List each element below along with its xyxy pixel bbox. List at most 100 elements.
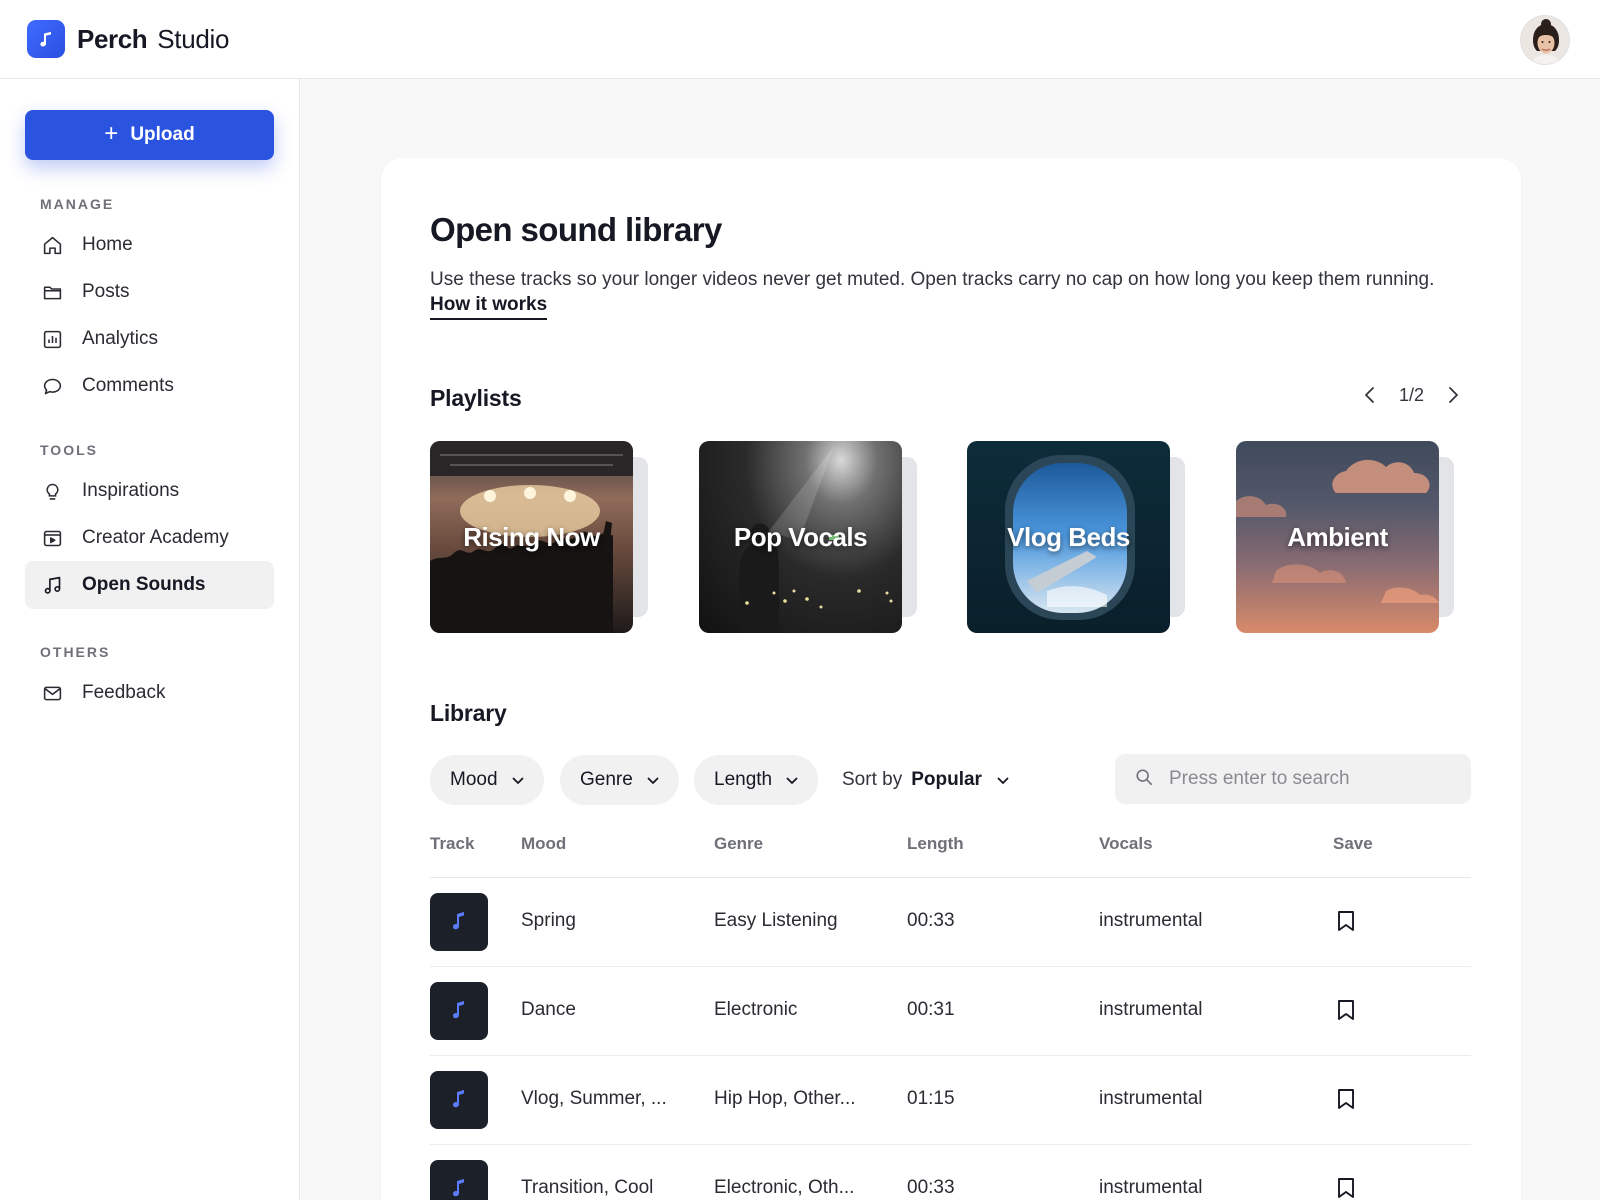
playlist-card-rising-now[interactable]: Rising Now xyxy=(430,441,648,633)
playlist-cover: Pop Vocals xyxy=(699,441,902,633)
brand-name: Perch xyxy=(77,23,148,54)
user-avatar[interactable] xyxy=(1520,15,1570,65)
sidebar: + Upload MANAGE Home Posts Analytics Com… xyxy=(0,79,300,1200)
filter-label: Genre xyxy=(580,769,633,790)
sidebar-item-label: Feedback xyxy=(82,682,166,703)
chevron-left-icon[interactable] xyxy=(1359,384,1381,406)
plus-icon: + xyxy=(104,120,119,147)
page-indicator: 1/2 xyxy=(1398,384,1424,405)
brand-suffix: Studio xyxy=(157,23,230,54)
table-row[interactable]: Dance Electronic 00:31 instrumental xyxy=(430,967,1471,1056)
bookmark-icon[interactable] xyxy=(1334,1087,1358,1111)
sidebar-item-label: Posts xyxy=(82,281,130,302)
sidebar-item-inspirations[interactable]: Inspirations xyxy=(25,467,274,515)
track-vocals: instrumental xyxy=(1099,999,1203,1020)
chevron-down-icon xyxy=(786,769,798,791)
bookmark-icon[interactable] xyxy=(1334,909,1358,933)
bookmark-icon[interactable] xyxy=(1334,1176,1358,1200)
playlists-title: Playlists xyxy=(430,385,522,411)
search-input[interactable] xyxy=(1169,768,1449,790)
filter-mood[interactable]: Mood xyxy=(430,755,544,805)
track-genre: Electronic xyxy=(714,999,798,1020)
sidebar-item-label: Comments xyxy=(82,375,174,396)
playlist-title: Pop Vocals xyxy=(733,521,868,552)
playlist-card-vlog-beds[interactable]: Vlog Beds xyxy=(967,441,1185,633)
section-label-others: OTHERS xyxy=(40,644,111,660)
track-vocals: instrumental xyxy=(1099,910,1203,931)
track-vocals: instrumental xyxy=(1099,1177,1203,1198)
playlist-card-ambient[interactable]: Ambient xyxy=(1236,441,1454,633)
home-icon xyxy=(41,234,63,256)
music-note-icon xyxy=(41,574,63,596)
sidebar-item-label: Analytics xyxy=(82,328,159,349)
track-play-button[interactable] xyxy=(430,982,488,1040)
sidebar-item-label: Inspirations xyxy=(82,480,180,501)
sort-value: Popular xyxy=(911,769,982,790)
track-genre: Electronic, Oth... xyxy=(714,1177,855,1198)
playlist-cover: Ambient xyxy=(1236,441,1439,633)
column-header-length: Length xyxy=(907,834,964,853)
video-play-icon xyxy=(41,527,63,549)
table-row[interactable]: Spring Easy Listening 00:33 instrumental xyxy=(430,878,1471,967)
track-play-button[interactable] xyxy=(430,1071,488,1129)
folder-icon xyxy=(41,281,63,303)
chevron-right-icon[interactable] xyxy=(1442,384,1464,406)
sidebar-item-label: Home xyxy=(82,234,133,255)
sidebar-item-open-sounds[interactable]: Open Sounds xyxy=(25,561,274,609)
bookmark-icon[interactable] xyxy=(1334,998,1358,1022)
chevron-down-icon xyxy=(997,769,1009,791)
sidebar-item-home[interactable]: Home xyxy=(25,221,274,269)
track-mood: Transition, Cool xyxy=(521,1177,654,1198)
upload-label: Upload xyxy=(130,124,195,145)
main-card: Open sound library Use these tracks so y… xyxy=(381,158,1521,1200)
music-note-icon xyxy=(449,1087,469,1114)
track-length: 00:33 xyxy=(907,910,955,931)
table-row[interactable]: Vlog, Summer, ... Hip Hop, Other... 01:1… xyxy=(430,1056,1471,1145)
sidebar-item-label: Creator Academy xyxy=(82,527,229,548)
comment-icon xyxy=(41,375,63,397)
sort-dropdown[interactable]: Sort by Popular xyxy=(842,755,1009,805)
track-play-button[interactable] xyxy=(430,893,488,951)
sidebar-item-comments[interactable]: Comments xyxy=(25,362,274,410)
sidebar-item-label: Open Sounds xyxy=(82,574,206,595)
how-it-works-link[interactable]: How it works xyxy=(430,293,548,320)
music-note-icon xyxy=(449,998,469,1025)
logo-music-icon[interactable] xyxy=(27,20,65,58)
filter-length[interactable]: Length xyxy=(694,755,819,805)
filter-genre[interactable]: Genre xyxy=(560,755,679,805)
table-row[interactable]: Transition, Cool Electronic, Oth... 00:3… xyxy=(430,1145,1471,1200)
playlist-title: Vlog Beds xyxy=(1007,521,1130,552)
sidebar-item-posts[interactable]: Posts xyxy=(25,268,274,316)
filter-label: Mood xyxy=(450,769,498,790)
track-length: 01:15 xyxy=(907,1088,955,1109)
playlist-title: Rising Now xyxy=(463,521,600,552)
column-header-vocals: Vocals xyxy=(1099,834,1153,853)
track-mood: Dance xyxy=(521,999,576,1020)
filter-label: Length xyxy=(714,769,773,790)
track-genre: Hip Hop, Other... xyxy=(714,1088,856,1109)
sort-prefix: Sort by xyxy=(842,769,903,790)
track-play-button[interactable] xyxy=(430,1160,488,1200)
sidebar-item-creator-academy[interactable]: Creator Academy xyxy=(25,514,274,562)
section-label-tools: TOOLS xyxy=(40,442,98,458)
sidebar-item-analytics[interactable]: Analytics xyxy=(25,315,274,363)
column-header-save: Save xyxy=(1333,834,1373,853)
sidebar-item-feedback[interactable]: Feedback xyxy=(25,669,274,717)
music-note-icon xyxy=(449,1176,469,1200)
section-label-manage: MANAGE xyxy=(40,196,115,212)
page-description: Use these tracks so your longer videos n… xyxy=(430,269,1435,290)
playlist-card-pop-vocals[interactable]: Pop Vocals xyxy=(699,441,917,633)
mail-icon xyxy=(41,682,63,704)
search-box xyxy=(1115,754,1471,804)
search-icon xyxy=(1135,768,1153,791)
playlist-title: Ambient xyxy=(1287,521,1388,552)
column-header-mood: Mood xyxy=(521,834,567,853)
analytics-icon xyxy=(41,328,63,350)
track-genre: Easy Listening xyxy=(714,910,838,931)
upload-button[interactable]: + Upload xyxy=(25,110,274,160)
chevron-down-icon xyxy=(512,769,524,791)
track-mood: Spring xyxy=(521,910,576,931)
track-length: 00:33 xyxy=(907,1177,955,1198)
track-length: 00:31 xyxy=(907,999,955,1020)
chevron-down-icon xyxy=(647,769,659,791)
